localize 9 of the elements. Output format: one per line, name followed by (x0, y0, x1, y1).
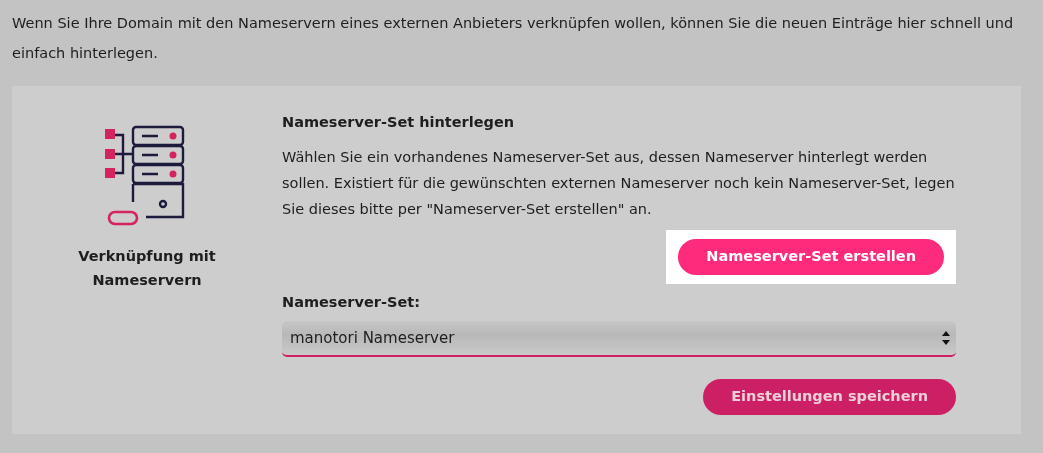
select-label: Nameserver-Set: (282, 292, 421, 312)
section-heading: Nameserver-Set hinterlegen (282, 113, 516, 132)
save-settings-button[interactable]: Einstellungen speichern (703, 379, 956, 415)
create-set-button[interactable]: Nameserver-Set erstellen (678, 238, 944, 275)
nameserver-select[interactable]: manotori Nameserver (282, 321, 956, 358)
select-arrows-icon (942, 331, 950, 346)
icon-caption: Verknüpfung mit Nameservern (77, 247, 217, 290)
description-text: Wählen Sie ein vorhandenes Nameserver-Set aus, dessen Nameserver hinterlegt werden sollen. Existiert für die gewünschten externen Nameserver noch kein Nameserver-Set, legen Sie dieses bitte per "Nameserver-Set erstellen" an. (282, 147, 956, 219)
intro-text: Wenn Sie Ihre Domain mit den Nameservern eines externen Anbieters verknüpfen wollen, können Sie die neuen Einträge hier schnell und einfach hinterlegen. (11, 14, 1015, 63)
